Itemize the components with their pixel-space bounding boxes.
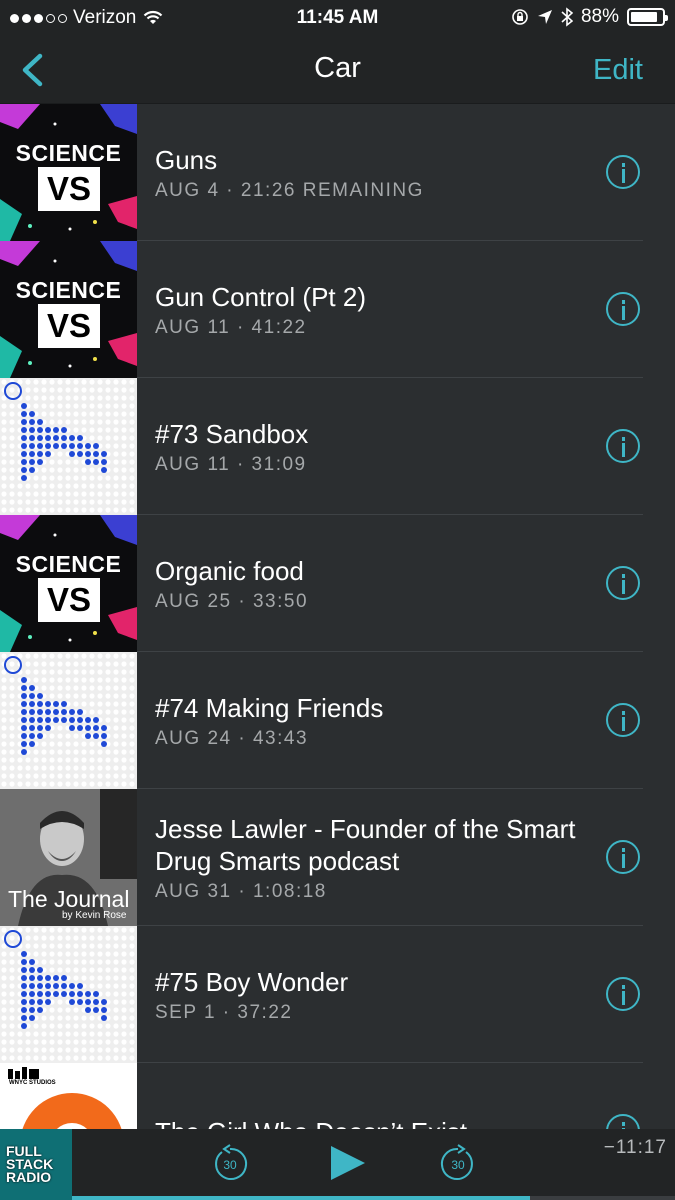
episode-meta: AUG 11 · 41:22 (155, 316, 307, 338)
now-playing-artwork[interactable]: FULL STACK RADIO (0, 1129, 72, 1200)
episode-row[interactable]: #73 Sandbox AUG 11 · 31:09 (0, 378, 675, 515)
status-right: 88% (511, 6, 668, 28)
remaining-time: −11:17 (603, 1137, 667, 1158)
battery-percent: 88% (580, 6, 619, 27)
episode-row[interactable]: WNYC STUDIOS The Girl Who Doesn’t Exist (0, 1063, 675, 1129)
science-vs-artwork: SCIENCE VS (0, 515, 137, 652)
episode-title: Organic food (155, 555, 304, 586)
svg-text:30: 30 (223, 1158, 237, 1172)
info-icon[interactable] (606, 429, 640, 463)
edit-button[interactable]: Edit (593, 54, 643, 87)
episode-title: Jesse Lawler - Founder of the Smart Drug… (155, 813, 576, 876)
info-icon[interactable] (606, 292, 640, 326)
sandbox-artwork (0, 926, 137, 1063)
rotation-lock-icon (512, 9, 528, 25)
info-icon[interactable] (606, 566, 640, 600)
skip-forward-button[interactable]: 30 (438, 1143, 478, 1183)
episode-meta: AUG 11 · 31:09 (155, 453, 307, 475)
location-icon (537, 10, 552, 24)
screen: Verizon 11:45 AM 88% Car Edit SCIENCE VS… (0, 0, 675, 1200)
episode-text: Organic food AUG 25 · 33:50 (155, 515, 585, 652)
bluetooth-icon (561, 7, 573, 27)
episode-meta: AUG 4 · 21:26 REMAINING (155, 179, 424, 201)
info-icon[interactable] (606, 977, 640, 1011)
episode-title: #73 Sandbox (155, 418, 309, 449)
episode-text: Guns AUG 4 · 21:26 REMAINING (155, 104, 585, 241)
episode-row[interactable]: #74 Making Friends AUG 24 · 43:43 (0, 652, 675, 789)
episode-row[interactable]: The Journal by Kevin Rose Jesse Lawler - … (0, 789, 675, 926)
navigation-bar: Car Edit (0, 36, 675, 104)
episode-title: #75 Boy Wonder (155, 966, 349, 997)
artwork-journal-title: The Journal (8, 886, 130, 912)
sandbox-artwork (0, 652, 137, 789)
episode-meta: AUG 25 · 33:50 (155, 590, 309, 612)
play-button[interactable] (328, 1143, 368, 1183)
sandbox-artwork (0, 378, 137, 515)
artwork-science-text: SCIENCE (15, 277, 122, 303)
episode-list[interactable]: SCIENCE VS Guns AUG 4 · 21:26 REMAINING S… (0, 104, 675, 1129)
battery-icon (627, 8, 668, 26)
episode-row[interactable]: #75 Boy Wonder SEP 1 · 37:22 (0, 926, 675, 1063)
science-vs-artwork: SCIENCE VS (0, 241, 137, 378)
artwork-vs-text: VS (38, 167, 100, 211)
episode-text: #74 Making Friends AUG 24 · 43:43 (155, 652, 585, 789)
episode-title: The Girl Who Doesn’t Exist (155, 1116, 585, 1130)
now-playing-bar[interactable]: FULL STACK RADIO 30 30 −11:17 (0, 1129, 675, 1200)
svg-text:30: 30 (451, 1158, 465, 1172)
info-icon[interactable] (606, 840, 640, 874)
episode-title: #74 Making Friends (155, 692, 384, 723)
the-journal-artwork: The Journal by Kevin Rose (0, 789, 137, 926)
page-title: Car (314, 52, 361, 84)
episode-row[interactable]: SCIENCE VS Organic food AUG 25 · 33:50 (0, 515, 675, 652)
playback-progress[interactable] (72, 1196, 675, 1200)
artwork-journal-byline: by Kevin Rose (62, 910, 127, 921)
episode-row[interactable]: SCIENCE VS Guns AUG 4 · 21:26 REMAINING (0, 104, 675, 241)
play-icon (331, 1146, 365, 1180)
artwork-vs-text: VS (38, 578, 100, 622)
episode-text: #75 Boy Wonder SEP 1 · 37:22 (155, 926, 585, 1063)
episode-text: The Girl Who Doesn’t Exist (155, 1063, 585, 1130)
episode-text: Gun Control (Pt 2) AUG 11 · 41:22 (155, 241, 585, 378)
episode-meta: AUG 31 · 1:08:18 (155, 880, 327, 902)
skip-back-30-icon: 30 (215, 1144, 248, 1180)
full-stack-radio-logo: FULL STACK RADIO (6, 1143, 54, 1185)
artwork-vs-text: VS (38, 304, 100, 348)
status-bar: Verizon 11:45 AM 88% (0, 0, 675, 36)
skip-forward-30-icon: 30 (440, 1144, 473, 1180)
info-icon[interactable] (606, 1114, 640, 1129)
info-icon[interactable] (606, 155, 640, 189)
artwork-science-text: SCIENCE (15, 140, 122, 166)
episode-row[interactable]: SCIENCE VS Gun Control (Pt 2) AUG 11 · 41… (0, 241, 675, 378)
skip-back-button[interactable]: 30 (210, 1143, 250, 1183)
episode-text: #73 Sandbox AUG 11 · 31:09 (155, 378, 585, 515)
episode-meta: AUG 24 · 43:43 (155, 727, 309, 749)
episode-meta: SEP 1 · 37:22 (155, 1001, 293, 1023)
info-icon[interactable] (606, 703, 640, 737)
playback-progress-fill (72, 1196, 531, 1200)
science-vs-artwork: SCIENCE VS (0, 104, 137, 241)
artwork-science-text: SCIENCE (15, 551, 122, 577)
episode-title: Gun Control (Pt 2) (155, 281, 366, 312)
episode-text: Jesse Lawler - Founder of the Smart Drug… (155, 789, 585, 926)
episode-title: Guns (155, 144, 218, 175)
artwork-wnyc-label: WNYC STUDIOS (9, 1080, 56, 1086)
wnyc-artwork: WNYC STUDIOS (0, 1063, 137, 1129)
